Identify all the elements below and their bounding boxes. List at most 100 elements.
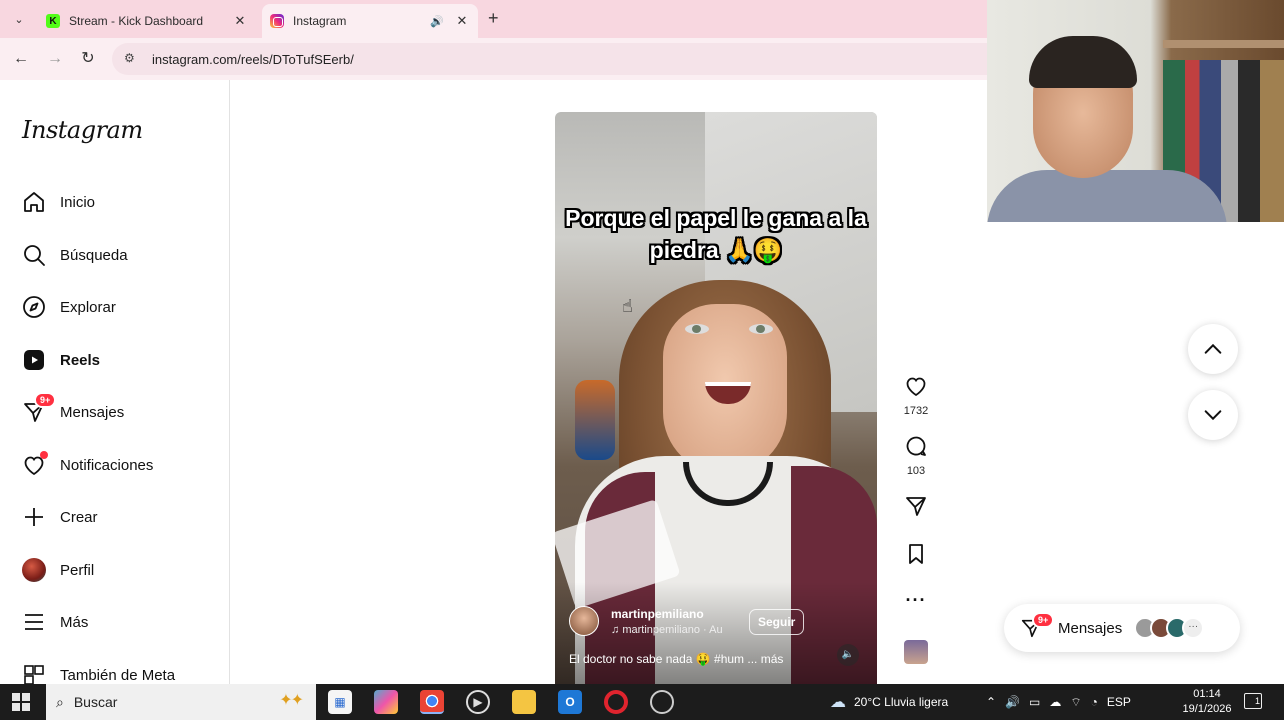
wifi-icon[interactable]: ◔: [1091, 695, 1098, 709]
audio-playing-icon[interactable]: 🔊: [430, 15, 444, 28]
sidebar-item-mensajes[interactable]: 9+ Mensajes: [22, 392, 125, 427]
send-icon: [906, 497, 926, 516]
tab-search-chevron-icon[interactable]: ⌄: [8, 8, 30, 30]
author-username[interactable]: martinpemiliano: [611, 607, 723, 621]
instagram-sidebar: Instagram Inicio Búsqueda Explorar Reels: [0, 80, 230, 685]
sidebar-item-mas[interactable]: Más: [22, 607, 88, 637]
sidebar-item-reels[interactable]: Reels: [22, 345, 100, 375]
chevron-up-icon[interactable]: ⌃: [986, 695, 996, 709]
sidebar-item-label: Explorar: [60, 298, 116, 316]
clock-time: 01:14: [1193, 688, 1221, 700]
audio-track[interactable]: ♫ martinpemiliano · Au: [611, 624, 723, 636]
forward-arrow-icon[interactable]: →: [44, 48, 66, 70]
more-avatars-icon: ···: [1182, 617, 1205, 639]
author-avatar[interactable]: [569, 606, 599, 636]
sidebar-item-label: También de Meta: [60, 666, 176, 684]
bookmark-icon: [909, 544, 923, 564]
taskbar-clock[interactable]: 01:14 19/1/2026: [1180, 687, 1234, 717]
comment-button[interactable]: 103: [900, 434, 932, 477]
reel-video[interactable]: Porque el papel le gana a la piedra 🙏🤑 m…: [555, 112, 877, 684]
heart-icon: [906, 377, 926, 397]
like-button[interactable]: 1732: [900, 374, 932, 417]
hand-cursor-icon: ☝: [622, 296, 633, 316]
follow-button[interactable]: Seguir: [749, 609, 805, 635]
new-tab-button[interactable]: +: [488, 8, 499, 29]
share-button[interactable]: [900, 494, 932, 523]
sidebar-item-explorar[interactable]: Explorar: [22, 292, 116, 322]
instagram-logo[interactable]: Instagram: [22, 116, 143, 144]
volume-icon[interactable]: 🔊: [1005, 695, 1020, 709]
network-icon[interactable]: ⌔: [1070, 695, 1081, 710]
next-reel-button[interactable]: [1188, 390, 1238, 440]
sidebar-item-label: Inicio: [60, 193, 96, 211]
media-player-icon[interactable]: ▶: [466, 690, 490, 714]
outlook-icon[interactable]: O: [558, 690, 582, 714]
notification-badge: 9+: [1032, 612, 1055, 628]
windows-start-icon[interactable]: [12, 693, 30, 711]
obs-icon[interactable]: [650, 690, 674, 714]
avatar: [22, 558, 46, 582]
close-tab-icon[interactable]: ✕: [454, 13, 470, 29]
audio-track-label: martinpemiliano · Au: [622, 623, 723, 636]
sidebar-item-crear[interactable]: Crear: [22, 502, 98, 532]
search-icon: ⌕: [56, 693, 64, 710]
tab-title: Instagram: [293, 14, 347, 28]
previous-reel-button[interactable]: [1188, 324, 1238, 374]
taskbar-search-placeholder: Buscar: [73, 694, 118, 710]
tab-instagram[interactable]: Instagram 🔊 ✕: [262, 4, 478, 38]
comment-count: 103: [906, 465, 926, 477]
weather-text: 20°C Lluvia ligera: [854, 695, 949, 709]
sidebar-item-notificaciones[interactable]: Notificaciones: [22, 450, 153, 480]
reel-author[interactable]: martinpemiliano ♫ martinpemiliano · Au: [569, 606, 723, 636]
reels-icon: [22, 348, 46, 372]
sidebar-item-label: Crear: [60, 508, 98, 526]
sidebar-item-label: Mensajes: [60, 403, 125, 421]
notification-badge: 9+: [34, 392, 57, 408]
taskbar-search[interactable]: ⌕ Buscar ✦✦: [46, 684, 316, 720]
reel-description[interactable]: El doctor no sabe nada 🤑 #hum ... más: [569, 652, 783, 666]
messages-pill[interactable]: 9+ Mensajes ···: [1004, 604, 1240, 652]
tab-title: Stream - Kick Dashboard: [69, 14, 204, 28]
sidebar-item-label: Reels: [60, 351, 101, 369]
clock-date: 19/1/2026: [1182, 703, 1232, 715]
close-tab-icon[interactable]: ✕: [232, 13, 248, 29]
volume-icon[interactable]: 🔈: [837, 644, 859, 666]
url-text[interactable]: instagram.com/reels/DToTufSEerb/: [152, 52, 354, 67]
notification-center-icon[interactable]: 1: [1244, 693, 1262, 709]
sidebar-item-perfil[interactable]: Perfil: [22, 555, 94, 585]
sidebar-item-inicio[interactable]: Inicio: [22, 187, 95, 217]
chevron-up-icon: [1204, 343, 1222, 354]
site-info-icon[interactable]: ⚙: [124, 51, 140, 67]
file-explorer-icon[interactable]: [512, 690, 536, 714]
weather-widget[interactable]: ☁ 20°C Lluvia ligera: [830, 684, 948, 720]
sidebar-item-label: Perfil: [60, 561, 95, 579]
sidebar-item-label: Búsqueda: [60, 246, 128, 264]
system-tray: ⌃ 🔊 ▭ ☁ ⌔ ◔ ESP: [986, 684, 1131, 720]
kick-icon: K: [46, 14, 60, 28]
back-arrow-icon[interactable]: ←: [10, 48, 32, 70]
input-language[interactable]: ESP: [1107, 695, 1131, 709]
save-button[interactable]: [900, 542, 932, 571]
tab-kick-dashboard[interactable]: K Stream - Kick Dashboard ✕: [38, 4, 256, 38]
instagram-icon: [270, 14, 284, 28]
notification-count: 1: [1254, 696, 1260, 706]
store-icon[interactable]: ▦: [328, 690, 352, 714]
messages-label: Mensajes: [1058, 619, 1123, 637]
compass-icon: [22, 295, 46, 319]
webcam-overlay: [987, 0, 1284, 222]
battery-icon[interactable]: ▭: [1029, 695, 1040, 709]
copilot-icon[interactable]: [374, 690, 398, 714]
like-count: 1732: [903, 405, 929, 417]
chrome-icon[interactable]: [420, 690, 444, 714]
heart-icon: [22, 451, 48, 477]
onedrive-icon[interactable]: ☁: [1049, 695, 1061, 709]
cloud-rain-icon: ☁: [830, 694, 846, 711]
sidebar-item-busqueda[interactable]: Búsqueda: [22, 240, 128, 270]
chevron-down-icon: [1204, 410, 1222, 421]
audio-thumbnail[interactable]: [904, 640, 928, 664]
unread-dot: [40, 451, 48, 459]
search-icon: [22, 243, 46, 267]
more-options-icon[interactable]: ···: [900, 590, 932, 611]
reload-icon[interactable]: ↻: [77, 48, 99, 70]
opera-icon[interactable]: [604, 690, 628, 714]
